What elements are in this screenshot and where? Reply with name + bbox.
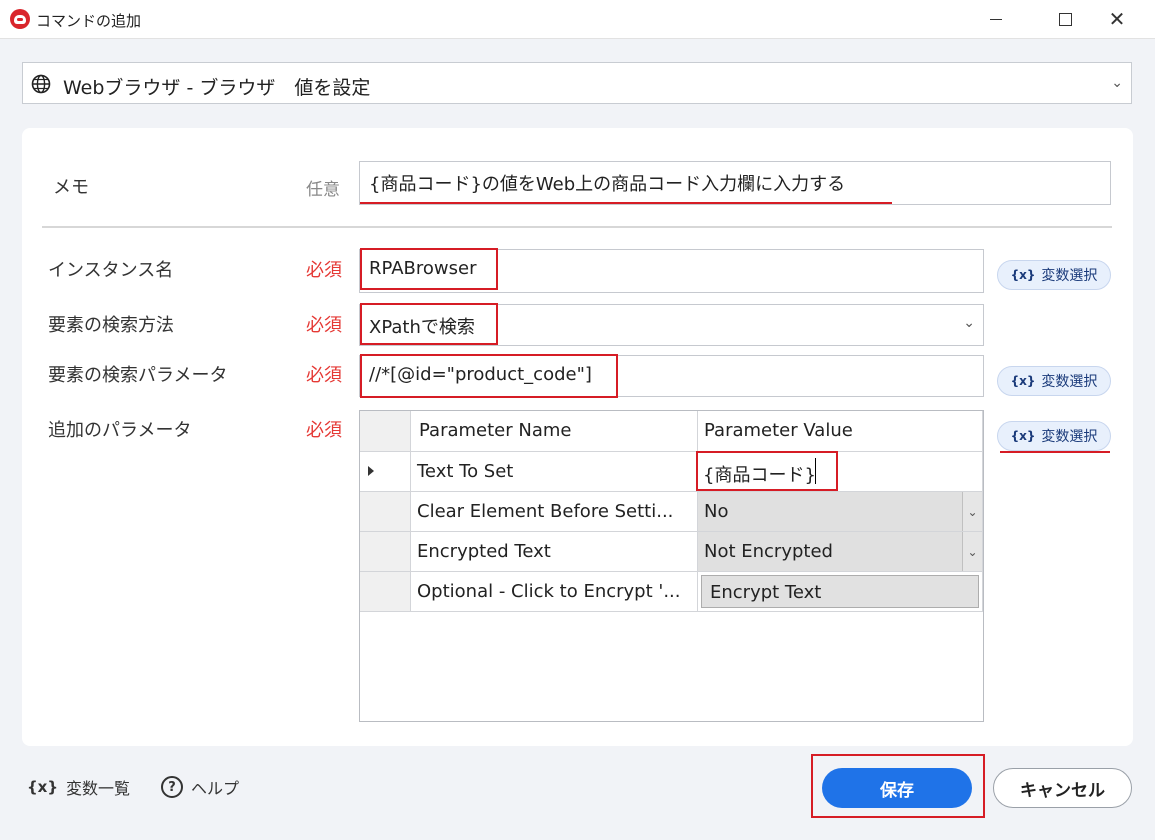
memo-value: {商品コード}の値をWeb上の商品コード入力欄に入力する bbox=[369, 174, 846, 195]
memo-highlight bbox=[360, 202, 892, 204]
encrypted-text-select[interactable]: Not Encrypted ⌄ bbox=[698, 532, 983, 572]
optional-badge: 任意 bbox=[306, 180, 340, 200]
encrypt-text-button[interactable]: Encrypt Text bbox=[701, 575, 979, 608]
variable-icon: {x} bbox=[1010, 429, 1036, 443]
help-link[interactable]: ? ヘルプ bbox=[161, 775, 239, 799]
variable-select-label: 変数選択 bbox=[1041, 268, 1098, 284]
variable-select-button[interactable]: {x} 変数選択 bbox=[997, 421, 1111, 451]
row-header[interactable] bbox=[360, 492, 411, 532]
variable-select-button[interactable]: {x} 変数選択 bbox=[997, 366, 1111, 396]
minimize-button[interactable] bbox=[973, 0, 1019, 38]
app-logo-icon bbox=[10, 9, 30, 29]
chevron-down-icon: ⌄ bbox=[1111, 75, 1123, 91]
text-value-highlight bbox=[696, 451, 838, 491]
table-cell[interactable]: Text To Set bbox=[411, 452, 698, 492]
window-title: コマンドの追加 bbox=[36, 12, 142, 30]
table-cell[interactable]: Encrypted Text bbox=[411, 532, 698, 572]
encrypt-cell: Encrypt Text bbox=[698, 572, 983, 612]
row-header[interactable] bbox=[360, 532, 411, 572]
required-badge: 必須 bbox=[306, 365, 342, 386]
close-button[interactable]: ✕ bbox=[1094, 0, 1140, 38]
maximize-button[interactable] bbox=[1042, 0, 1088, 38]
required-badge: 必須 bbox=[306, 420, 342, 441]
title-bar: コマンドの追加 ✕ bbox=[0, 0, 1155, 39]
clear-element-select[interactable]: No ⌄ bbox=[698, 492, 983, 532]
command-label: Webブラウザ - ブラウザ 値を設定 bbox=[63, 77, 371, 99]
variable-button-highlight bbox=[1000, 451, 1110, 453]
globe-icon bbox=[31, 74, 51, 94]
maximize-icon bbox=[1058, 12, 1072, 26]
search-method-label: 要素の検索方法 bbox=[48, 315, 174, 336]
variable-icon: {x} bbox=[1010, 374, 1036, 388]
table-cell[interactable]: Clear Element Before Setti... bbox=[411, 492, 698, 532]
row-header[interactable] bbox=[360, 572, 411, 612]
memo-input[interactable]: {商品コード}の値をWeb上の商品コード入力欄に入力する bbox=[359, 161, 1111, 205]
current-row-icon bbox=[368, 466, 374, 476]
cancel-button[interactable]: キャンセル bbox=[993, 768, 1132, 808]
row-header[interactable] bbox=[360, 452, 411, 492]
required-badge: 必須 bbox=[306, 260, 342, 281]
command-select[interactable]: Webブラウザ - ブラウザ 値を設定 ⌄ bbox=[22, 62, 1132, 104]
variable-select-label: 変数選択 bbox=[1041, 374, 1098, 390]
table-corner bbox=[360, 411, 411, 452]
chevron-down-icon: ⌄ bbox=[962, 532, 982, 571]
text-cursor bbox=[815, 458, 816, 484]
help-label: ヘルプ bbox=[191, 779, 240, 798]
variable-select-button[interactable]: {x} 変数選択 bbox=[997, 260, 1111, 290]
column-header-value[interactable]: Parameter Value bbox=[698, 411, 983, 452]
memo-label: メモ bbox=[53, 177, 89, 198]
section-divider bbox=[42, 226, 1112, 228]
variable-list-link[interactable]: {x} 変数一覧 bbox=[27, 775, 130, 799]
column-header-name[interactable]: Parameter Name bbox=[411, 411, 698, 452]
parameter-table: Parameter Name Parameter Value Text To S… bbox=[359, 410, 984, 722]
search-param-highlight bbox=[360, 354, 618, 398]
instance-highlight bbox=[360, 248, 498, 290]
search-method-highlight bbox=[360, 303, 498, 345]
variable-select-label: 変数選択 bbox=[1041, 429, 1098, 445]
variable-list-label: 変数一覧 bbox=[66, 779, 131, 798]
table-cell[interactable]: Optional - Click to Encrypt '... bbox=[411, 572, 698, 612]
extra-params-label: 追加のパラメータ bbox=[48, 420, 192, 441]
minimize-icon bbox=[990, 18, 1002, 20]
required-badge: 必須 bbox=[306, 315, 342, 336]
instance-label: インスタンス名 bbox=[48, 260, 174, 281]
chevron-down-icon: ⌄ bbox=[962, 492, 982, 531]
search-param-label: 要素の検索パラメータ bbox=[48, 365, 228, 386]
variable-list-icon: {x} bbox=[27, 778, 59, 796]
variable-icon: {x} bbox=[1010, 268, 1036, 282]
save-highlight bbox=[811, 754, 985, 818]
help-icon: ? bbox=[161, 776, 183, 798]
chevron-down-icon: ⌄ bbox=[963, 315, 975, 331]
